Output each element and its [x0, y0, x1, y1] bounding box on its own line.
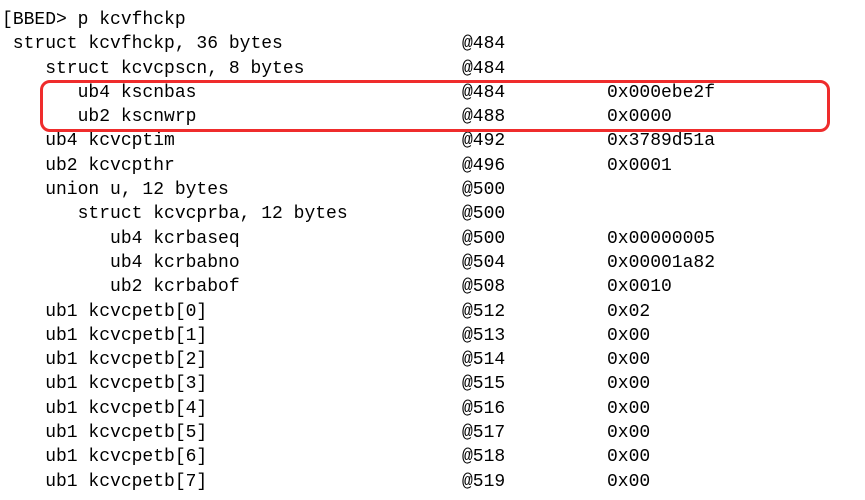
- field-name: ub1 kcvcpetb[3]: [2, 372, 462, 396]
- field-value: 0x00000005: [607, 227, 715, 251]
- output-row: ub2 kcvcpthr@4960x0001: [2, 154, 865, 178]
- field-offset: @518: [462, 445, 607, 469]
- bracket: [: [2, 10, 13, 30]
- field-name: ub4 kcrbaseq: [2, 227, 462, 251]
- output-row: ub1 kcvcpetb[1]@5130x00: [2, 324, 865, 348]
- output-row: ub1 kcvcpetb[4]@5160x00: [2, 397, 865, 421]
- output-row: struct kcvcpscn, 8 bytes@484: [2, 57, 865, 81]
- field-value: 0x000ebe2f: [607, 81, 715, 105]
- field-offset: @492: [462, 129, 607, 153]
- field-value: 0x00: [607, 372, 650, 396]
- field-offset: @513: [462, 324, 607, 348]
- field-name: ub4 kcvcptim: [2, 129, 462, 153]
- output-row: ub4 kcrbaseq@5000x00000005: [2, 227, 865, 251]
- output-row: ub4 kcrbabno@5040x00001a82: [2, 251, 865, 275]
- output-row: ub2 kcrbabof@5080x0010: [2, 275, 865, 299]
- field-name: ub2 kcrbabof: [2, 275, 462, 299]
- field-offset: @484: [462, 81, 607, 105]
- field-name: ub4 kscnbas: [2, 81, 462, 105]
- field-name: ub4 kcrbabno: [2, 251, 462, 275]
- field-value: 0x0010: [607, 275, 672, 299]
- field-name: ub1 kcvcpetb[6]: [2, 445, 462, 469]
- output-row: ub1 kcvcpetb[2]@5140x00: [2, 348, 865, 372]
- field-offset: @484: [462, 32, 607, 56]
- field-offset: @512: [462, 300, 607, 324]
- field-value: 0x00: [607, 397, 650, 421]
- field-value: 0x00: [607, 421, 650, 445]
- field-value: 0x3789d51a: [607, 129, 715, 153]
- field-offset: @517: [462, 421, 607, 445]
- output-row: ub1 kcvcpetb[7]@5190x00: [2, 470, 865, 494]
- field-offset: @500: [462, 227, 607, 251]
- field-offset: @496: [462, 154, 607, 178]
- field-name: struct kcvcpscn, 8 bytes: [2, 57, 462, 81]
- field-offset: @508: [462, 275, 607, 299]
- field-name: ub1 kcvcpetb[7]: [2, 470, 462, 494]
- field-offset: @514: [462, 348, 607, 372]
- field-name: struct kcvfhckp, 36 bytes: [2, 32, 462, 56]
- field-offset: @515: [462, 372, 607, 396]
- output-row: ub1 kcvcpetb[5]@5170x00: [2, 421, 865, 445]
- field-offset: @500: [462, 202, 607, 226]
- field-name: ub1 kcvcpetb[4]: [2, 397, 462, 421]
- field-name: struct kcvcprba, 12 bytes: [2, 202, 462, 226]
- field-value: 0x0001: [607, 154, 672, 178]
- field-offset: @516: [462, 397, 607, 421]
- field-offset: @484: [462, 57, 607, 81]
- output-row: union u, 12 bytes@500: [2, 178, 865, 202]
- output-row: ub1 kcvcpetb[3]@5150x00: [2, 372, 865, 396]
- field-offset: @504: [462, 251, 607, 275]
- output-row: struct kcvcprba, 12 bytes@500: [2, 202, 865, 226]
- command-line: [BBED> p kcvfhckp: [2, 8, 865, 32]
- field-value: 0x0000: [607, 105, 672, 129]
- field-name: ub1 kcvcpetb[0]: [2, 300, 462, 324]
- field-name: ub1 kcvcpetb[5]: [2, 421, 462, 445]
- field-name: union u, 12 bytes: [2, 178, 462, 202]
- command-text: p kcvfhckp: [78, 10, 186, 30]
- output-row: ub2 kscnwrp@4880x0000: [2, 105, 865, 129]
- field-value: 0x00: [607, 348, 650, 372]
- field-value: 0x00: [607, 445, 650, 469]
- field-value: 0x00: [607, 324, 650, 348]
- output-row: struct kcvfhckp, 36 bytes@484: [2, 32, 865, 56]
- field-name: ub2 kscnwrp: [2, 105, 462, 129]
- terminal-output: [BBED> p kcvfhckp struct kcvfhckp, 36 by…: [0, 0, 865, 500]
- output-row: ub1 kcvcpetb[0]@5120x02: [2, 300, 865, 324]
- field-offset: @519: [462, 470, 607, 494]
- field-name: ub1 kcvcpetb[1]: [2, 324, 462, 348]
- field-value: 0x02: [607, 300, 650, 324]
- struct-dump: struct kcvfhckp, 36 bytes@484 struct kcv…: [2, 32, 865, 494]
- field-offset: @488: [462, 105, 607, 129]
- prompt: BBED>: [13, 10, 78, 30]
- field-name: ub2 kcvcpthr: [2, 154, 462, 178]
- field-value: 0x00001a82: [607, 251, 715, 275]
- field-value: 0x00: [607, 470, 650, 494]
- output-row: ub4 kscnbas@4840x000ebe2f: [2, 81, 865, 105]
- output-row: ub4 kcvcptim@4920x3789d51a: [2, 129, 865, 153]
- output-row: ub1 kcvcpetb[6]@5180x00: [2, 445, 865, 469]
- field-name: ub1 kcvcpetb[2]: [2, 348, 462, 372]
- field-offset: @500: [462, 178, 607, 202]
